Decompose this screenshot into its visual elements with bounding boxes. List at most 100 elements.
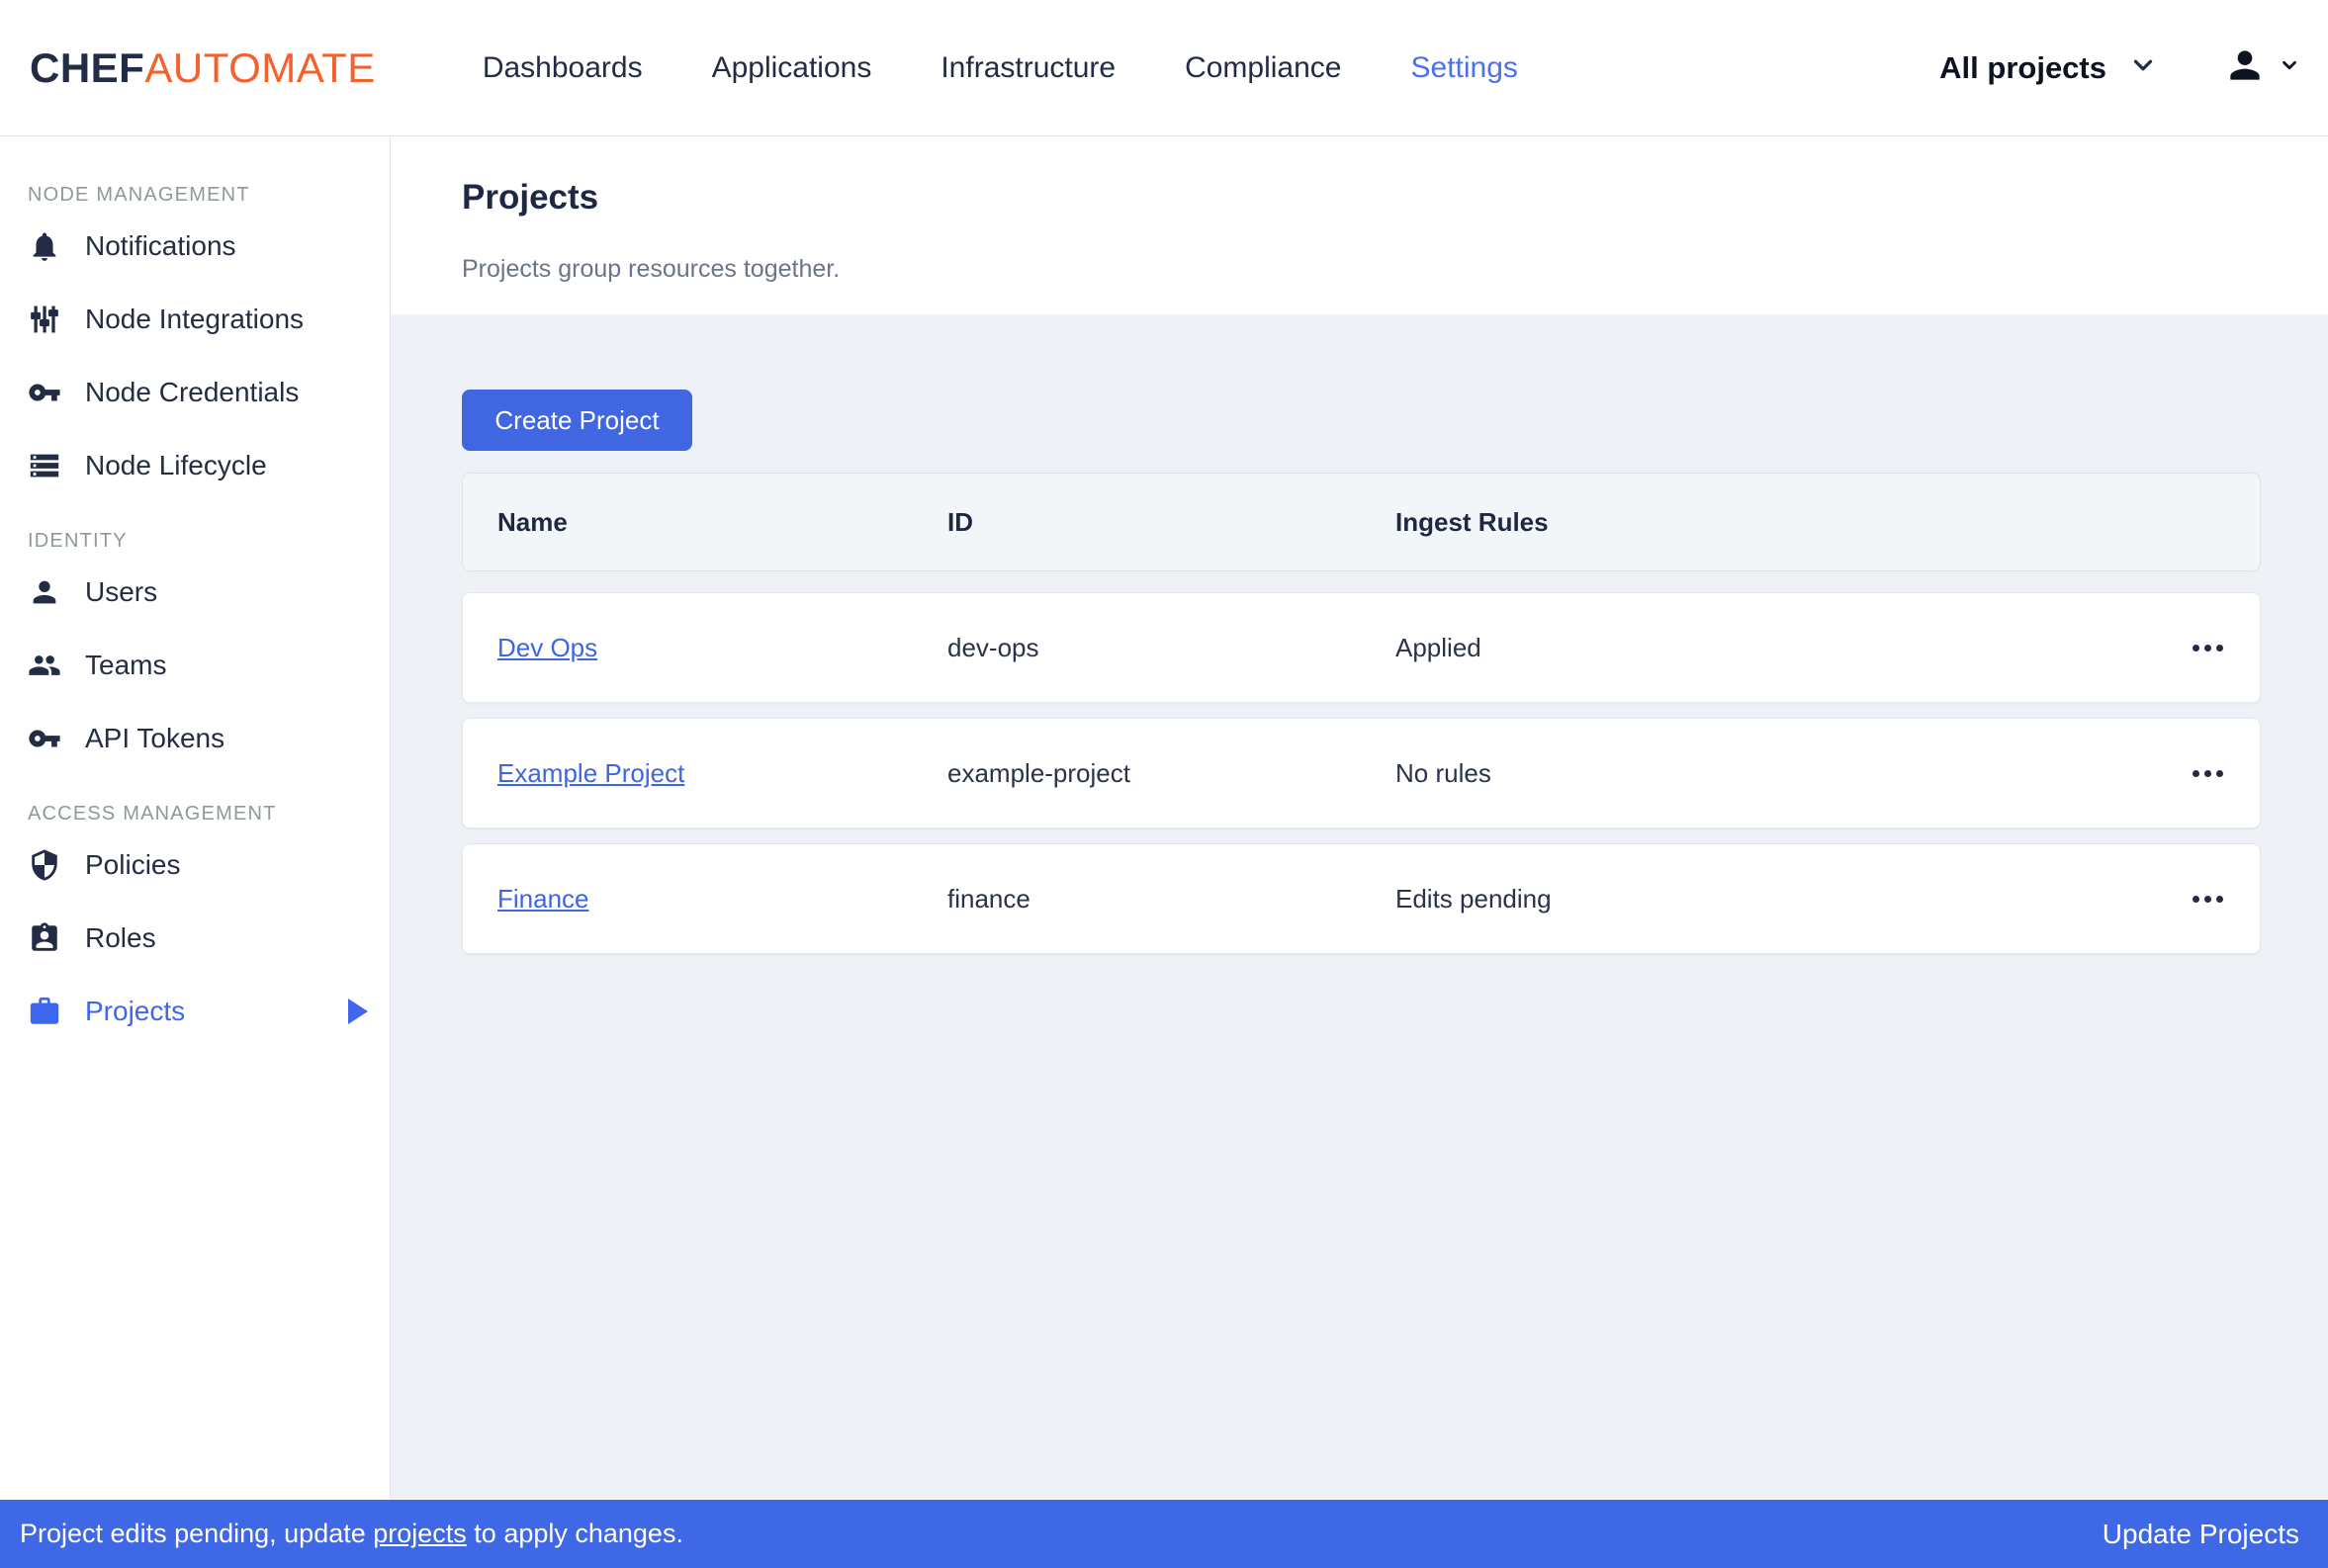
sidebar-item-label: Projects xyxy=(85,996,185,1027)
project-id-cell: example-project xyxy=(947,758,1395,789)
sidebar-section: IDENTITY Users Teams API Tokens xyxy=(28,526,390,775)
row-options-menu-button[interactable] xyxy=(2173,618,2242,677)
sidebar-item-label: Node Integrations xyxy=(85,304,304,335)
sliders-icon xyxy=(28,303,61,336)
sidebar-item-node-lifecycle[interactable]: Node Lifecycle xyxy=(28,429,390,502)
ellipsis-icon xyxy=(2193,896,2199,903)
project-name-link[interactable]: Dev Ops xyxy=(497,633,597,662)
banner-message-prefix: Project edits pending, update xyxy=(20,1519,373,1548)
projects-table-header: NameIDIngest Rules xyxy=(462,473,2261,571)
user-menu-button[interactable] xyxy=(2223,44,2300,92)
sidebar-item-users[interactable]: Users xyxy=(28,556,390,629)
sidebar-item-api-tokens[interactable]: API Tokens xyxy=(28,702,390,775)
sidebar-item-label: API Tokens xyxy=(85,723,224,754)
key-icon xyxy=(28,376,61,409)
pending-edits-banner: Project edits pending, update projects t… xyxy=(0,1500,2328,1568)
people-icon xyxy=(28,649,61,682)
sidebar-section: ACCESS MANAGEMENT Policies Roles Projects xyxy=(28,799,390,1048)
shield-icon xyxy=(28,848,61,882)
ellipsis-icon xyxy=(2204,645,2211,652)
page-header: Projects Projects group resources togeth… xyxy=(391,136,2328,314)
project-id-cell: finance xyxy=(947,884,1395,915)
banner-message-suffix: to apply changes. xyxy=(467,1519,683,1548)
sidebar-item-teams[interactable]: Teams xyxy=(28,629,390,702)
primary-nav: Dashboards Applications Infrastructure Comp… xyxy=(483,51,1518,85)
ingest-rules-cell: Edits pending xyxy=(1395,884,2141,915)
storage-icon xyxy=(28,449,61,482)
project-name-cell: Dev Ops xyxy=(497,633,947,663)
banner-message: Project edits pending, update projects t… xyxy=(20,1519,683,1549)
ellipsis-icon xyxy=(2204,896,2211,903)
sidebar-item-label: Roles xyxy=(85,922,156,954)
nav-item-settings[interactable]: Settings xyxy=(1411,51,1518,85)
sidebar-section-title: NODE MANAGEMENT xyxy=(28,180,390,210)
sidebar-section-title: ACCESS MANAGEMENT xyxy=(28,799,390,828)
settings-sidebar: NODE MANAGEMENT Notifications Node Integra… xyxy=(0,136,391,1501)
row-options-menu-button[interactable] xyxy=(2173,869,2242,928)
project-filter-label: All projects xyxy=(1939,50,2106,86)
ingest-rules-cell: Applied xyxy=(1395,633,2141,663)
brand-secondary: AUTOMATE xyxy=(144,44,375,91)
ellipsis-icon xyxy=(2193,645,2199,652)
nav-item-infrastructure[interactable]: Infrastructure xyxy=(940,51,1116,85)
badge-icon xyxy=(28,921,61,955)
column-header-id: ID xyxy=(947,507,1395,538)
person-icon xyxy=(28,575,61,609)
chevron-down-icon xyxy=(2128,50,2158,85)
nav-item-applications[interactable]: Applications xyxy=(712,51,872,85)
project-filter-dropdown[interactable]: All projects xyxy=(1939,50,2158,86)
project-name-link[interactable]: Finance xyxy=(497,884,589,914)
ingest-rules-cell: No rules xyxy=(1395,758,2141,789)
update-projects-button[interactable]: Update Projects xyxy=(2103,1519,2299,1550)
project-name-link[interactable]: Example Project xyxy=(497,758,684,788)
sidebar-item-label: Node Lifecycle xyxy=(85,450,267,481)
projects-table: NameIDIngest Rules Dev Ops dev-opsApplied… xyxy=(462,473,2261,954)
page-title: Projects xyxy=(462,178,2328,218)
ellipsis-icon xyxy=(2204,770,2211,777)
ellipsis-icon xyxy=(2193,770,2199,777)
main-content: Projects Projects group resources togeth… xyxy=(391,136,2328,1501)
table-row: Finance financeEdits pending xyxy=(462,843,2261,954)
sidebar-item-label: Node Credentials xyxy=(85,377,299,408)
page-subtitle: Projects group resources together. xyxy=(462,255,2328,284)
create-project-button[interactable]: Create Project xyxy=(462,390,692,451)
chef-automate-logo[interactable]: CHEFAUTOMATE xyxy=(30,44,376,92)
sidebar-item-label: Policies xyxy=(85,849,180,881)
projects-table-body: Dev Ops dev-opsApplied Example Project exam… xyxy=(462,592,2261,954)
briefcase-icon xyxy=(28,995,61,1028)
top-navbar: CHEFAUTOMATE Dashboards Applications Infra… xyxy=(0,0,2328,136)
table-row: Dev Ops dev-opsApplied xyxy=(462,592,2261,703)
column-header-name: Name xyxy=(497,507,947,538)
sidebar-item-label: Users xyxy=(85,576,157,608)
bell-icon xyxy=(28,229,61,263)
topnav-right: All projects xyxy=(1939,44,2300,92)
table-row: Example Project example-projectNo rules xyxy=(462,718,2261,828)
sidebar-item-label: Teams xyxy=(85,650,166,681)
sidebar-item-projects[interactable]: Projects xyxy=(28,975,390,1048)
project-id-cell: dev-ops xyxy=(947,633,1395,663)
sidebar-section-title: IDENTITY xyxy=(28,526,390,556)
arrow-right-icon xyxy=(348,999,368,1024)
content-panel: Create Project NameIDIngest Rules Dev Op… xyxy=(391,314,2328,1501)
chevron-down-icon xyxy=(2279,54,2300,81)
ellipsis-icon xyxy=(2216,770,2223,777)
nav-item-dashboards[interactable]: Dashboards xyxy=(483,51,643,85)
sidebar-item-policies[interactable]: Policies xyxy=(28,828,390,902)
banner-projects-link[interactable]: projects xyxy=(373,1519,467,1548)
key-icon xyxy=(28,722,61,755)
sidebar-item-node-integrations[interactable]: Node Integrations xyxy=(28,283,390,356)
project-name-cell: Example Project xyxy=(497,758,947,789)
project-name-cell: Finance xyxy=(497,884,947,915)
person-icon xyxy=(2223,44,2267,92)
sidebar-item-node-credentials[interactable]: Node Credentials xyxy=(28,356,390,429)
sidebar-item-roles[interactable]: Roles xyxy=(28,902,390,975)
column-header-ingest-rules: Ingest Rules xyxy=(1395,507,2141,538)
ellipsis-icon xyxy=(2216,645,2223,652)
sidebar-item-label: Notifications xyxy=(85,230,236,262)
row-options-menu-button[interactable] xyxy=(2173,743,2242,803)
nav-item-compliance[interactable]: Compliance xyxy=(1185,51,1341,85)
sidebar-item-notifications[interactable]: Notifications xyxy=(28,210,390,283)
brand-primary: CHEF xyxy=(30,44,144,91)
ellipsis-icon xyxy=(2216,896,2223,903)
sidebar-section: NODE MANAGEMENT Notifications Node Integra… xyxy=(28,180,390,502)
